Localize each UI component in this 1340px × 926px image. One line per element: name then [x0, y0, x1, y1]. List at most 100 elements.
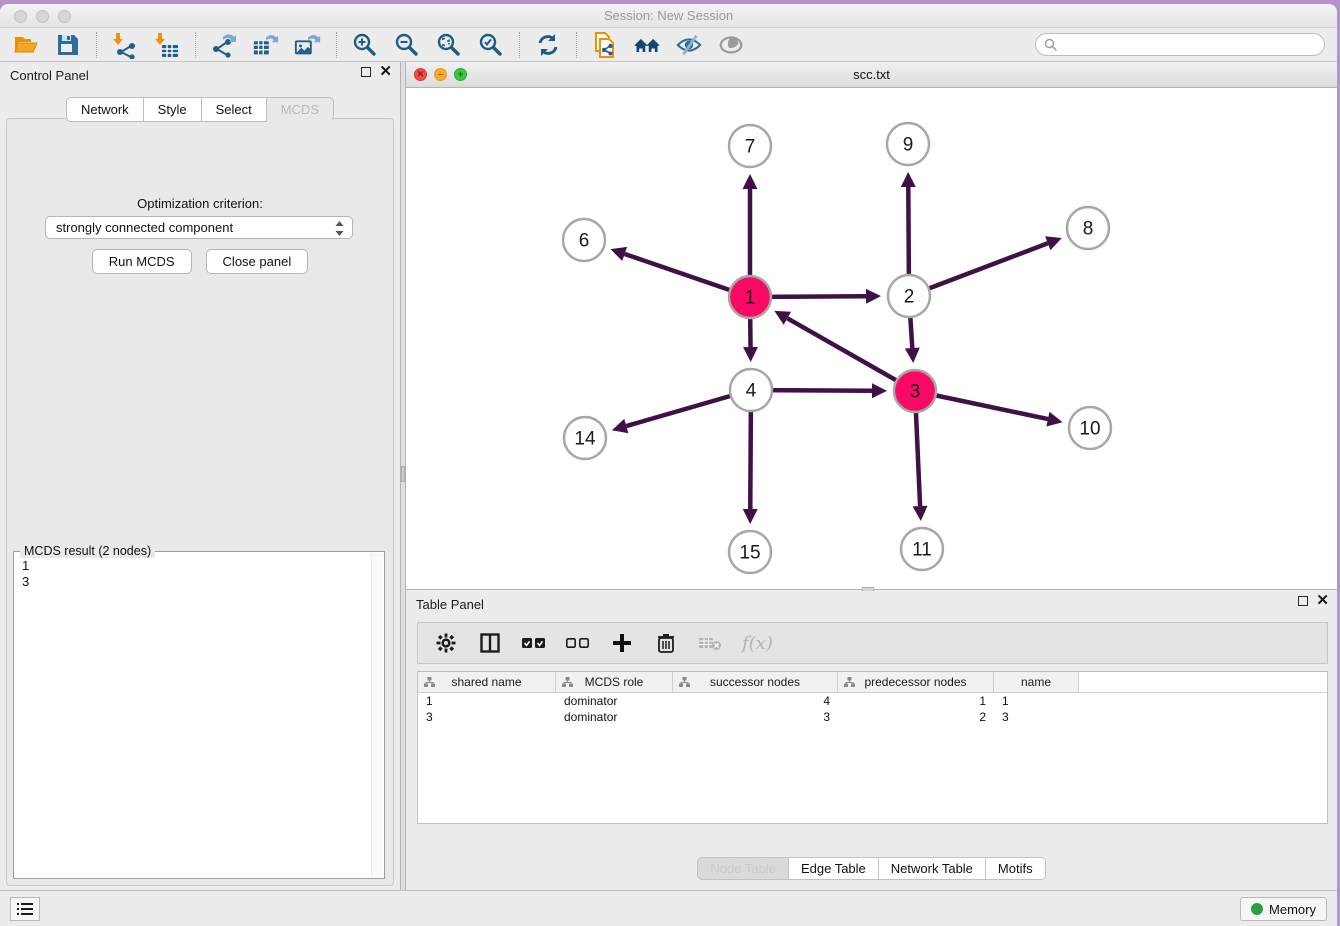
dropdown-chevrons-icon: [334, 220, 345, 240]
memory-button[interactable]: Memory: [1240, 897, 1327, 921]
cell-shared-name[interactable]: 3: [418, 709, 556, 725]
column-header-predecessor-nodes[interactable]: predecessor nodes: [838, 672, 994, 692]
column-header-successor-nodes[interactable]: successor nodes: [673, 672, 838, 692]
arrowhead-4-14: [612, 419, 628, 433]
delete-column-trash-icon[interactable]: [654, 631, 678, 655]
search-input[interactable]: [1058, 36, 1324, 54]
import-network-icon[interactable]: [111, 31, 139, 59]
open-session-icon[interactable]: [12, 31, 40, 59]
network-title: scc.txt: [406, 67, 1337, 82]
show-column-panel-icon[interactable]: [478, 631, 502, 655]
select-all-icon[interactable]: [522, 631, 546, 655]
export-image-icon[interactable]: [294, 31, 322, 59]
close-table-panel-icon[interactable]: ✕: [1316, 596, 1329, 606]
main-toolbar: [0, 29, 1337, 62]
table-row[interactable]: 1dominator411: [418, 693, 1327, 709]
hide-graphics-details-icon[interactable]: [675, 31, 703, 59]
tab-network[interactable]: Network: [66, 97, 144, 122]
node-label-6: 6: [579, 231, 590, 252]
node-label-10: 10: [1079, 419, 1100, 440]
show-graphics-details-icon[interactable]: [717, 31, 745, 59]
float-table-panel-icon[interactable]: [1298, 596, 1308, 606]
arrowhead-3-11: [913, 506, 928, 521]
control-panel-title: Control Panel: [10, 68, 89, 83]
tab-motifs[interactable]: Motifs: [986, 857, 1046, 880]
cell-MCDS-role[interactable]: dominator: [556, 693, 673, 709]
cell-shared-name[interactable]: 1: [418, 693, 556, 709]
column-header-label: shared name: [451, 675, 521, 689]
tab-mcds[interactable]: MCDS: [267, 97, 334, 122]
search-icon: [1044, 38, 1058, 52]
close-panel-button[interactable]: Close panel: [206, 249, 309, 274]
run-mcds-button[interactable]: Run MCDS: [92, 249, 192, 274]
cell-successor-nodes[interactable]: 3: [673, 709, 838, 725]
column-header-MCDS-role[interactable]: MCDS role: [556, 672, 673, 692]
delete-table-icon-disabled: [698, 631, 722, 655]
close-panel-icon[interactable]: ✕: [379, 67, 392, 77]
node-label-7: 7: [745, 137, 756, 158]
cell-name[interactable]: 1: [994, 693, 1079, 709]
node-label-14: 14: [574, 429, 596, 450]
tab-style[interactable]: Style: [144, 97, 202, 122]
add-column-icon[interactable]: [610, 631, 634, 655]
column-header-shared-name[interactable]: shared name: [418, 672, 556, 692]
cell-predecessor-nodes[interactable]: 2: [838, 709, 994, 725]
control-panel-tabs: NetworkStyleSelectMCDS: [0, 97, 400, 122]
table-row[interactable]: 3dominator323: [418, 709, 1327, 725]
edge-2-8[interactable]: [909, 243, 1048, 296]
function-builder-icon-disabled: f(x): [742, 633, 773, 654]
arrowhead-1-7: [743, 174, 758, 189]
float-panel-icon[interactable]: [361, 67, 371, 77]
zoom-in-icon[interactable]: [351, 31, 379, 59]
column-header-name[interactable]: name: [994, 672, 1079, 692]
task-history-button[interactable]: [10, 897, 40, 921]
zoom-fit-icon[interactable]: [435, 31, 463, 59]
cell-MCDS-role[interactable]: dominator: [556, 709, 673, 725]
arrowhead-2-3: [905, 348, 920, 363]
optimization-criterion-label: Optimization criterion:: [7, 196, 393, 211]
table-panel-title: Table Panel: [416, 597, 484, 612]
export-network-icon[interactable]: [210, 31, 238, 59]
zoom-selected-icon[interactable]: [477, 31, 505, 59]
cell-predecessor-nodes[interactable]: 1: [838, 693, 994, 709]
node-label-3: 3: [910, 382, 921, 403]
node-label-2: 2: [904, 287, 915, 308]
node-label-15: 15: [739, 543, 760, 564]
arrowhead-1-4: [743, 347, 758, 362]
tab-node-table[interactable]: Node Table: [697, 857, 789, 880]
control-panel: Control Panel ✕ NetworkStyleSelectMCDS O…: [0, 62, 400, 890]
criterion-dropdown[interactable]: strongly connected component: [45, 216, 353, 239]
export-table-icon[interactable]: [252, 31, 280, 59]
mcds-result-text[interactable]: 1 3: [22, 558, 370, 876]
node-label-8: 8: [1083, 219, 1094, 240]
cell-successor-nodes[interactable]: 4: [673, 693, 838, 709]
tab-network-table[interactable]: Network Table: [879, 857, 986, 880]
node-table[interactable]: shared name MCDS role successor nodesprede…: [417, 671, 1328, 824]
criterion-value: strongly connected component: [56, 220, 233, 235]
splitter-handle[interactable]: [401, 466, 405, 482]
node-label-1: 1: [745, 288, 756, 309]
network-canvas[interactable]: 7968124314101511: [406, 88, 1337, 589]
zoom-out-icon[interactable]: [393, 31, 421, 59]
clone-network-icon[interactable]: [591, 31, 619, 59]
import-table-icon[interactable]: [153, 31, 181, 59]
window-title: Session: New Session: [0, 8, 1337, 23]
save-session-icon[interactable]: [54, 31, 82, 59]
search-box[interactable]: [1035, 33, 1325, 56]
nested-networks-home-icon[interactable]: [633, 31, 661, 59]
deselect-all-icon[interactable]: [566, 631, 590, 655]
cell-name[interactable]: 3: [994, 709, 1079, 725]
node-label-9: 9: [903, 135, 914, 156]
arrowhead-3-10: [1046, 412, 1062, 427]
list-icon: [17, 902, 33, 916]
tab-select[interactable]: Select: [202, 97, 267, 122]
refresh-icon[interactable]: [534, 31, 562, 59]
column-header-label: MCDS role: [585, 675, 644, 689]
memory-status-icon: [1251, 903, 1263, 915]
table-settings-gear-icon[interactable]: [434, 631, 458, 655]
tab-edge-table[interactable]: Edge Table: [789, 857, 879, 880]
result-scrollbar[interactable]: [371, 553, 383, 877]
network-titlebar: ✕ – + scc.txt: [406, 62, 1337, 88]
mcds-result-title: MCDS result (2 nodes): [20, 544, 155, 558]
network-graph[interactable]: 7968124314101511: [406, 88, 1337, 590]
